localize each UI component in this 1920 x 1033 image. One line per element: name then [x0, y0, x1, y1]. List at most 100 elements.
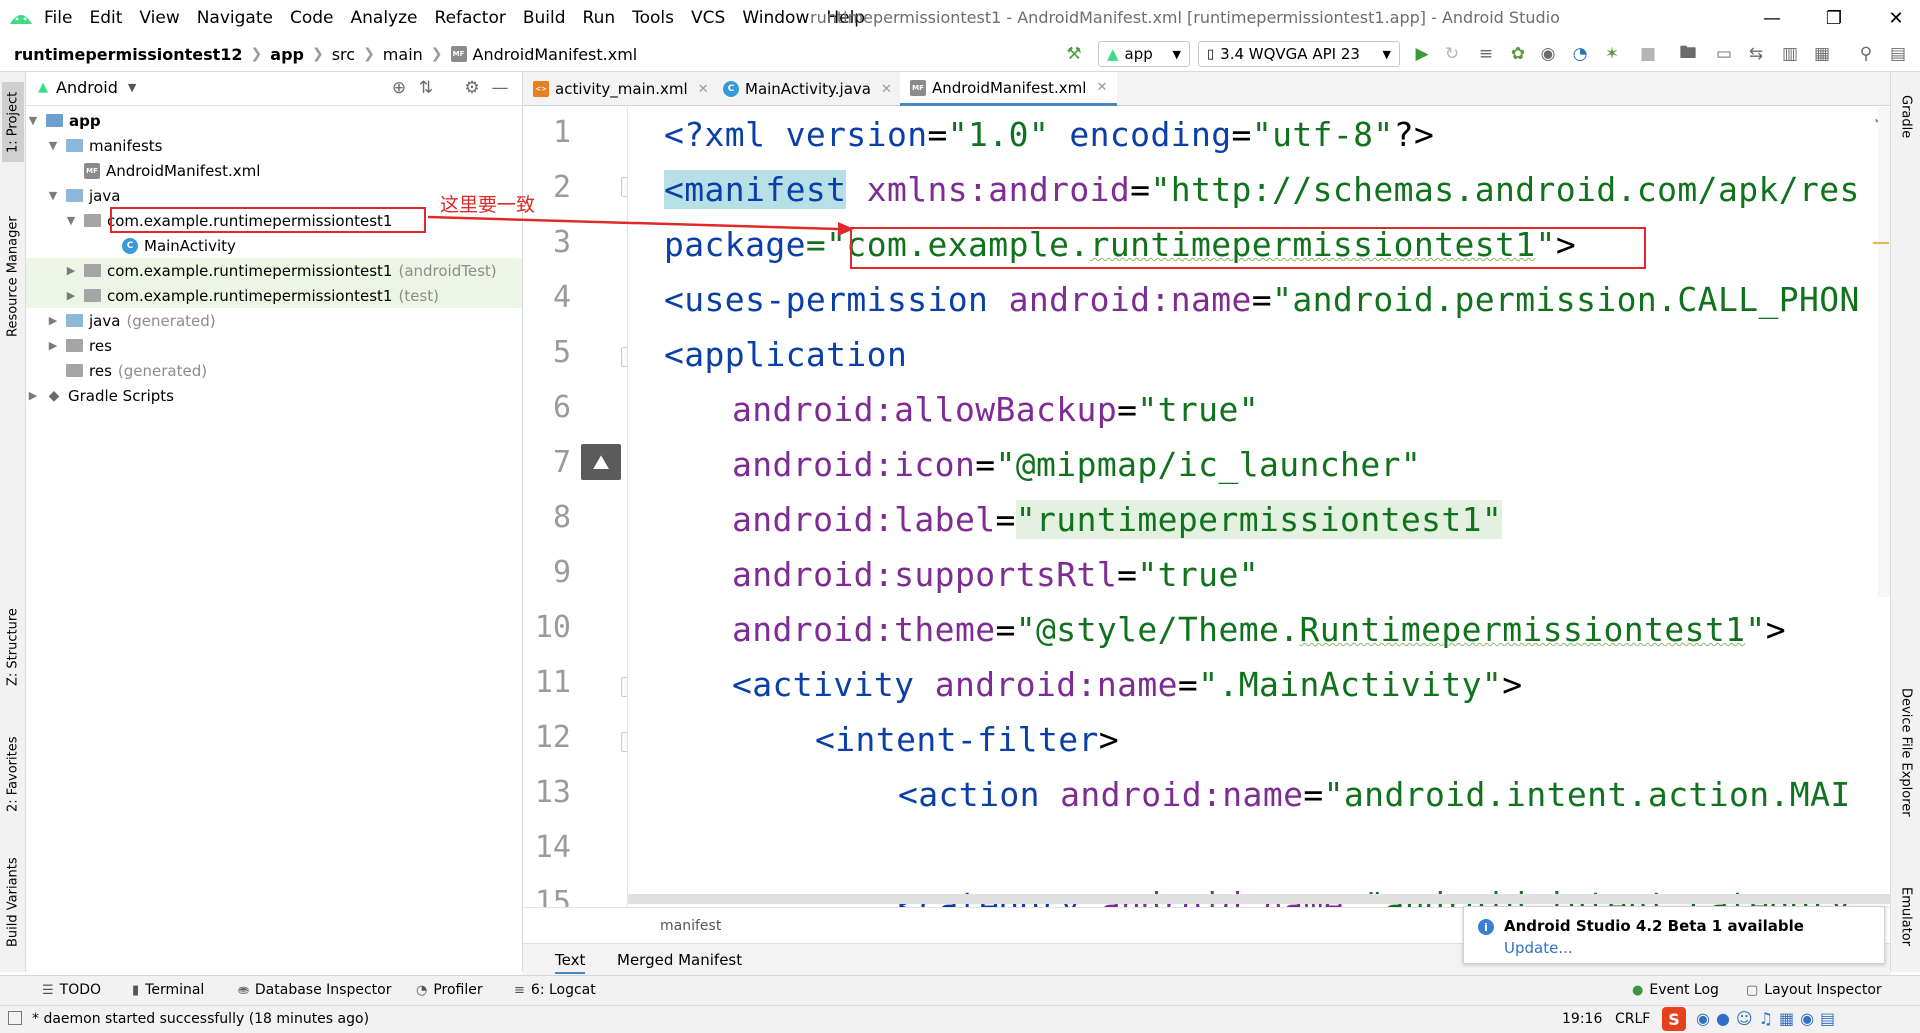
package-icon: [84, 289, 101, 302]
tree-item-gradle-scripts[interactable]: ▶ ◆ Gradle Scripts: [26, 383, 174, 408]
collapse-all-icon[interactable]: ⇅: [416, 78, 436, 98]
tab-resource-manager[interactable]: Resource Manager: [2, 202, 24, 352]
tool-profiler[interactable]: ◔ Profiler: [416, 982, 483, 998]
line-number: 5: [552, 335, 571, 370]
project-structure-icon[interactable]: 🖿: [1678, 43, 1698, 64]
close-icon[interactable]: ✕: [1876, 4, 1916, 32]
status-message[interactable]: * daemon started successfully (18 minute…: [32, 1011, 369, 1027]
hammer-icon[interactable]: ⚒: [1064, 44, 1084, 64]
gear-icon[interactable]: ⚙: [462, 78, 482, 98]
debugger-attach-icon[interactable]: ✶: [1602, 44, 1622, 64]
tool-terminal[interactable]: ▮ Terminal: [132, 982, 204, 998]
tab-mainactivity[interactable]: C MainActivity.java ✕: [713, 72, 902, 106]
status-toggle-icon[interactable]: [8, 1011, 22, 1025]
tab-gradle[interactable]: Gradle: [1895, 82, 1917, 152]
left-tool-stripe: 1: Project Resource Manager Z: Structure…: [0, 72, 26, 972]
tree-item-java[interactable]: ▼ java: [46, 183, 121, 208]
tree-item-extra: (test): [398, 286, 439, 305]
hide-icon[interactable]: —: [490, 78, 510, 98]
tree-item-mainactivity[interactable]: C MainActivity: [122, 233, 236, 258]
tool-event-log[interactable]: ● Event Log: [1632, 982, 1719, 998]
tab-merged-manifest[interactable]: Merged Manifest: [617, 951, 742, 969]
tab-activity-main[interactable]: <> activity_main.xml ✕: [523, 72, 719, 106]
tab-structure[interactable]: Z: Structure: [2, 592, 24, 702]
breadcrumb-module[interactable]: app: [270, 45, 304, 64]
close-icon[interactable]: ✕: [698, 82, 709, 97]
vertical-scrollbar[interactable]: [1878, 107, 1890, 597]
breadcrumb-src[interactable]: src: [332, 45, 355, 64]
menu-analyze[interactable]: Analyze: [351, 8, 418, 28]
update-notification[interactable]: i Android Studio 4.2 Beta 1 available Up…: [1463, 906, 1885, 964]
tab-build-variants[interactable]: Build Variants: [2, 847, 24, 957]
minimize-icon[interactable]: —: [1752, 4, 1792, 32]
tree-item-res-generated[interactable]: res (generated): [66, 358, 207, 383]
tree-item-app[interactable]: ▼ app: [26, 108, 101, 133]
device-select[interactable]: ▯ 3.4 WQVGA API 23 ▼: [1198, 41, 1400, 67]
tool-logcat[interactable]: ≡ 6: Logcat: [514, 982, 596, 998]
menu-file[interactable]: File: [44, 8, 72, 28]
menu-refactor[interactable]: Refactor: [435, 8, 506, 28]
image-preview-icon[interactable]: ⛰: [581, 444, 621, 480]
close-icon[interactable]: ✕: [881, 82, 892, 97]
search-icon[interactable]: ⚲: [1856, 44, 1876, 64]
code-line-7: android:icon="@mipmap/ic_launcher": [732, 445, 1421, 500]
code-token: =: [1117, 390, 1138, 429]
ime-toolbar-icons[interactable]: ◉●☺♫▦◉▤: [1696, 1009, 1841, 1028]
tab-device-file-explorer[interactable]: Device File Explorer: [1895, 662, 1917, 842]
restore-icon[interactable]: ❐: [1814, 4, 1854, 32]
sync-gradle-icon[interactable]: ⇆: [1746, 44, 1766, 64]
breadcrumb-main[interactable]: main: [383, 45, 423, 64]
editor-breadcrumb[interactable]: manifest: [660, 918, 721, 934]
ime-logo-icon[interactable]: S: [1662, 1007, 1686, 1031]
attach-debugger-icon[interactable]: ◉: [1538, 44, 1558, 64]
tree-item-androidmanifest[interactable]: MF AndroidManifest.xml: [84, 158, 260, 183]
locate-icon[interactable]: ⊕: [389, 78, 409, 98]
tree-item-manifests[interactable]: ▼ manifests: [46, 133, 163, 158]
menu-view[interactable]: View: [139, 8, 179, 28]
tree-item-res[interactable]: ▶ res: [46, 333, 112, 358]
device-manager-icon[interactable]: ▥: [1780, 44, 1800, 64]
tool-layout-inspector[interactable]: ▢ Layout Inspector: [1746, 982, 1882, 998]
debug-icon[interactable]: ✿: [1508, 44, 1528, 64]
tab-project[interactable]: 1: Project: [2, 82, 24, 162]
breadcrumb-project[interactable]: runtimepermissiontest12: [14, 45, 243, 64]
tree-item-java-generated[interactable]: ▶ java (generated): [46, 308, 216, 333]
update-link[interactable]: Update...: [1504, 939, 1573, 957]
menu-run[interactable]: Run: [583, 8, 616, 28]
tree-item-package-test[interactable]: ▶ com.example.runtimepermissiontest1 (te…: [26, 283, 522, 308]
tool-database-inspector[interactable]: ⛂ Database Inspector: [238, 982, 391, 998]
apply-changes-icon[interactable]: ↻: [1442, 44, 1462, 64]
breadcrumb-file[interactable]: AndroidManifest.xml: [473, 45, 638, 64]
menu-code[interactable]: Code: [290, 8, 334, 28]
warning-marker[interactable]: [1873, 242, 1889, 244]
tab-favorites[interactable]: 2: Favorites: [2, 717, 24, 832]
gradle-elephant-icon[interactable]: ▤: [1888, 44, 1908, 64]
profile-icon[interactable]: ◔: [1570, 44, 1590, 64]
caret-position[interactable]: 19:16: [1562, 1011, 1602, 1027]
menu-window[interactable]: Window: [742, 8, 809, 28]
tab-text[interactable]: Text: [555, 951, 586, 974]
apply-code-icon[interactable]: ≡: [1476, 44, 1496, 64]
terminal-icon: ▮: [132, 982, 140, 998]
tree-item-package-androidtest[interactable]: ▶ com.example.runtimepermissiontest1 (an…: [26, 258, 522, 283]
horizontal-scrollbar[interactable]: [628, 894, 1890, 904]
tab-androidmanifest[interactable]: MF AndroidManifest.xml ✕: [900, 72, 1118, 106]
close-icon[interactable]: ✕: [1096, 80, 1107, 95]
line-number: 13: [534, 775, 571, 810]
menu-navigate[interactable]: Navigate: [197, 8, 273, 28]
menu-build[interactable]: Build: [523, 8, 566, 28]
stop-icon[interactable]: ■: [1638, 44, 1658, 64]
line-number: 11: [534, 665, 571, 700]
avd-manager-icon[interactable]: ▭: [1714, 44, 1734, 64]
line-separator[interactable]: CRLF: [1615, 1011, 1650, 1027]
run-config-select[interactable]: ▲ app ▼: [1098, 41, 1190, 67]
sdk-manager-icon[interactable]: ▦: [1812, 44, 1832, 64]
tab-emulator[interactable]: Emulator: [1895, 872, 1917, 962]
run-icon[interactable]: ▶: [1412, 44, 1432, 64]
menu-tools[interactable]: Tools: [632, 8, 674, 28]
editor-tabs: <> activity_main.xml ✕ C MainActivity.ja…: [523, 72, 1890, 106]
project-view-select[interactable]: ▲ Android ▼: [38, 78, 136, 97]
menu-vcs[interactable]: VCS: [691, 8, 725, 28]
tool-todo[interactable]: ☰ TODO: [42, 982, 101, 998]
menu-edit[interactable]: Edit: [89, 8, 122, 28]
